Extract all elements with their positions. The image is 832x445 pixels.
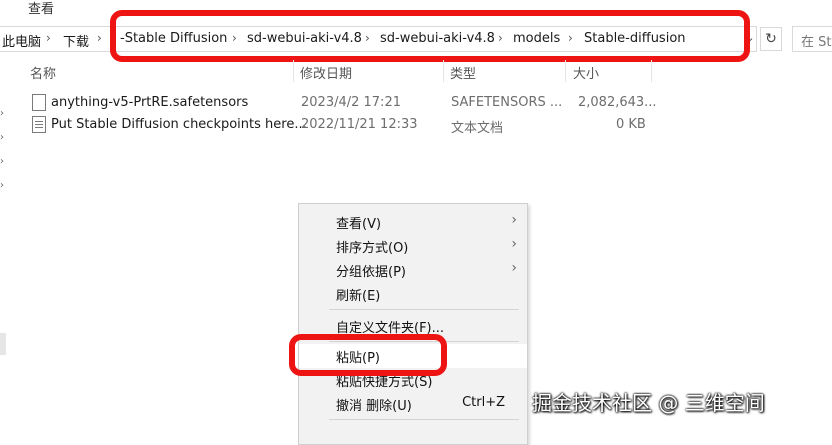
context-menu: 查看(V) › 排序方式(O) › 分组依据(P) › 刷新(E) 自定义文件夹… [298, 203, 528, 445]
menu-item-label: 查看(V) [336, 217, 382, 232]
file-size: 0 KB [616, 117, 646, 132]
menu-item-shortcut: Ctrl+Z [462, 395, 505, 410]
menu-item-label: 排序方式(O) [336, 241, 409, 256]
search-placeholder: 在 Sta [801, 35, 832, 50]
column-divider[interactable] [293, 60, 294, 82]
menu-item-label: 刷新(E) [336, 289, 381, 304]
menu-item-label: 分组依据(P) [336, 265, 406, 280]
nav-expand-chevron-icon[interactable]: › [0, 180, 4, 191]
column-divider[interactable] [565, 60, 566, 82]
breadcrumb-this-pc[interactable]: 此电脑 [2, 31, 41, 50]
search-input[interactable]: 在 Sta [792, 26, 832, 52]
file-type: SAFETENSORS ... [451, 95, 563, 110]
refresh-icon[interactable]: ↻ [760, 27, 782, 51]
text-document-icon [32, 116, 46, 133]
column-header-type[interactable]: 类型 [450, 63, 476, 82]
file-row[interactable]: anything-v5-PrtRE.safetensors 2023/4/2 1… [0, 92, 832, 114]
column-header-size[interactable]: 大小 [573, 63, 599, 82]
nav-pane-selection [0, 333, 6, 355]
submenu-arrow-icon: › [511, 212, 517, 228]
column-divider[interactable] [443, 60, 444, 82]
paste-highlight-box [289, 334, 447, 376]
nav-expand-chevron-icon[interactable]: › [0, 156, 4, 167]
file-name: anything-v5-PrtRE.safetensors [51, 95, 249, 110]
menu-separator [329, 419, 519, 420]
file-type: 文本文档 [451, 121, 504, 136]
submenu-arrow-icon: › [511, 260, 517, 276]
file-modified: 2022/11/21 12:33 [301, 117, 418, 132]
file-name: Put Stable Diffusion checkpoints here... [51, 117, 307, 132]
breadcrumb-downloads[interactable]: 下载 [63, 31, 89, 50]
nav-expand-chevron-icon[interactable]: › [0, 108, 4, 119]
menu-item-view[interactable]: 查看(V) › [299, 210, 527, 234]
ribbon-view-tab[interactable]: 查看 [28, 0, 54, 17]
menu-item-undo-delete[interactable]: 撤消 删除(U) Ctrl+Z [299, 392, 527, 416]
file-size: 2,082,643... [578, 95, 657, 110]
menu-item-sort[interactable]: 排序方式(O) › [299, 234, 527, 258]
column-header-name[interactable]: 名称 [30, 63, 56, 82]
menu-item-group[interactable]: 分组依据(P) › [299, 258, 527, 282]
file-icon [32, 94, 46, 111]
watermark: 掘金技术社区 @ 三维空间 [532, 391, 765, 415]
nav-expand-chevron-icon[interactable]: › [0, 132, 4, 143]
menu-separator [329, 309, 519, 310]
file-row[interactable]: Put Stable Diffusion checkpoints here...… [0, 114, 832, 136]
submenu-arrow-icon: › [511, 236, 517, 252]
menu-item-refresh[interactable]: 刷新(E) [299, 282, 527, 306]
column-divider[interactable] [651, 60, 652, 82]
menu-item-label: 撤消 删除(U) [336, 399, 412, 414]
breadcrumb-separator-icon[interactable]: › [46, 31, 51, 45]
file-modified: 2023/4/2 17:21 [301, 95, 401, 110]
address-highlight-box [110, 10, 750, 62]
column-header-modified[interactable]: 修改日期 [300, 63, 352, 82]
breadcrumb-separator-icon[interactable]: › [97, 31, 102, 45]
